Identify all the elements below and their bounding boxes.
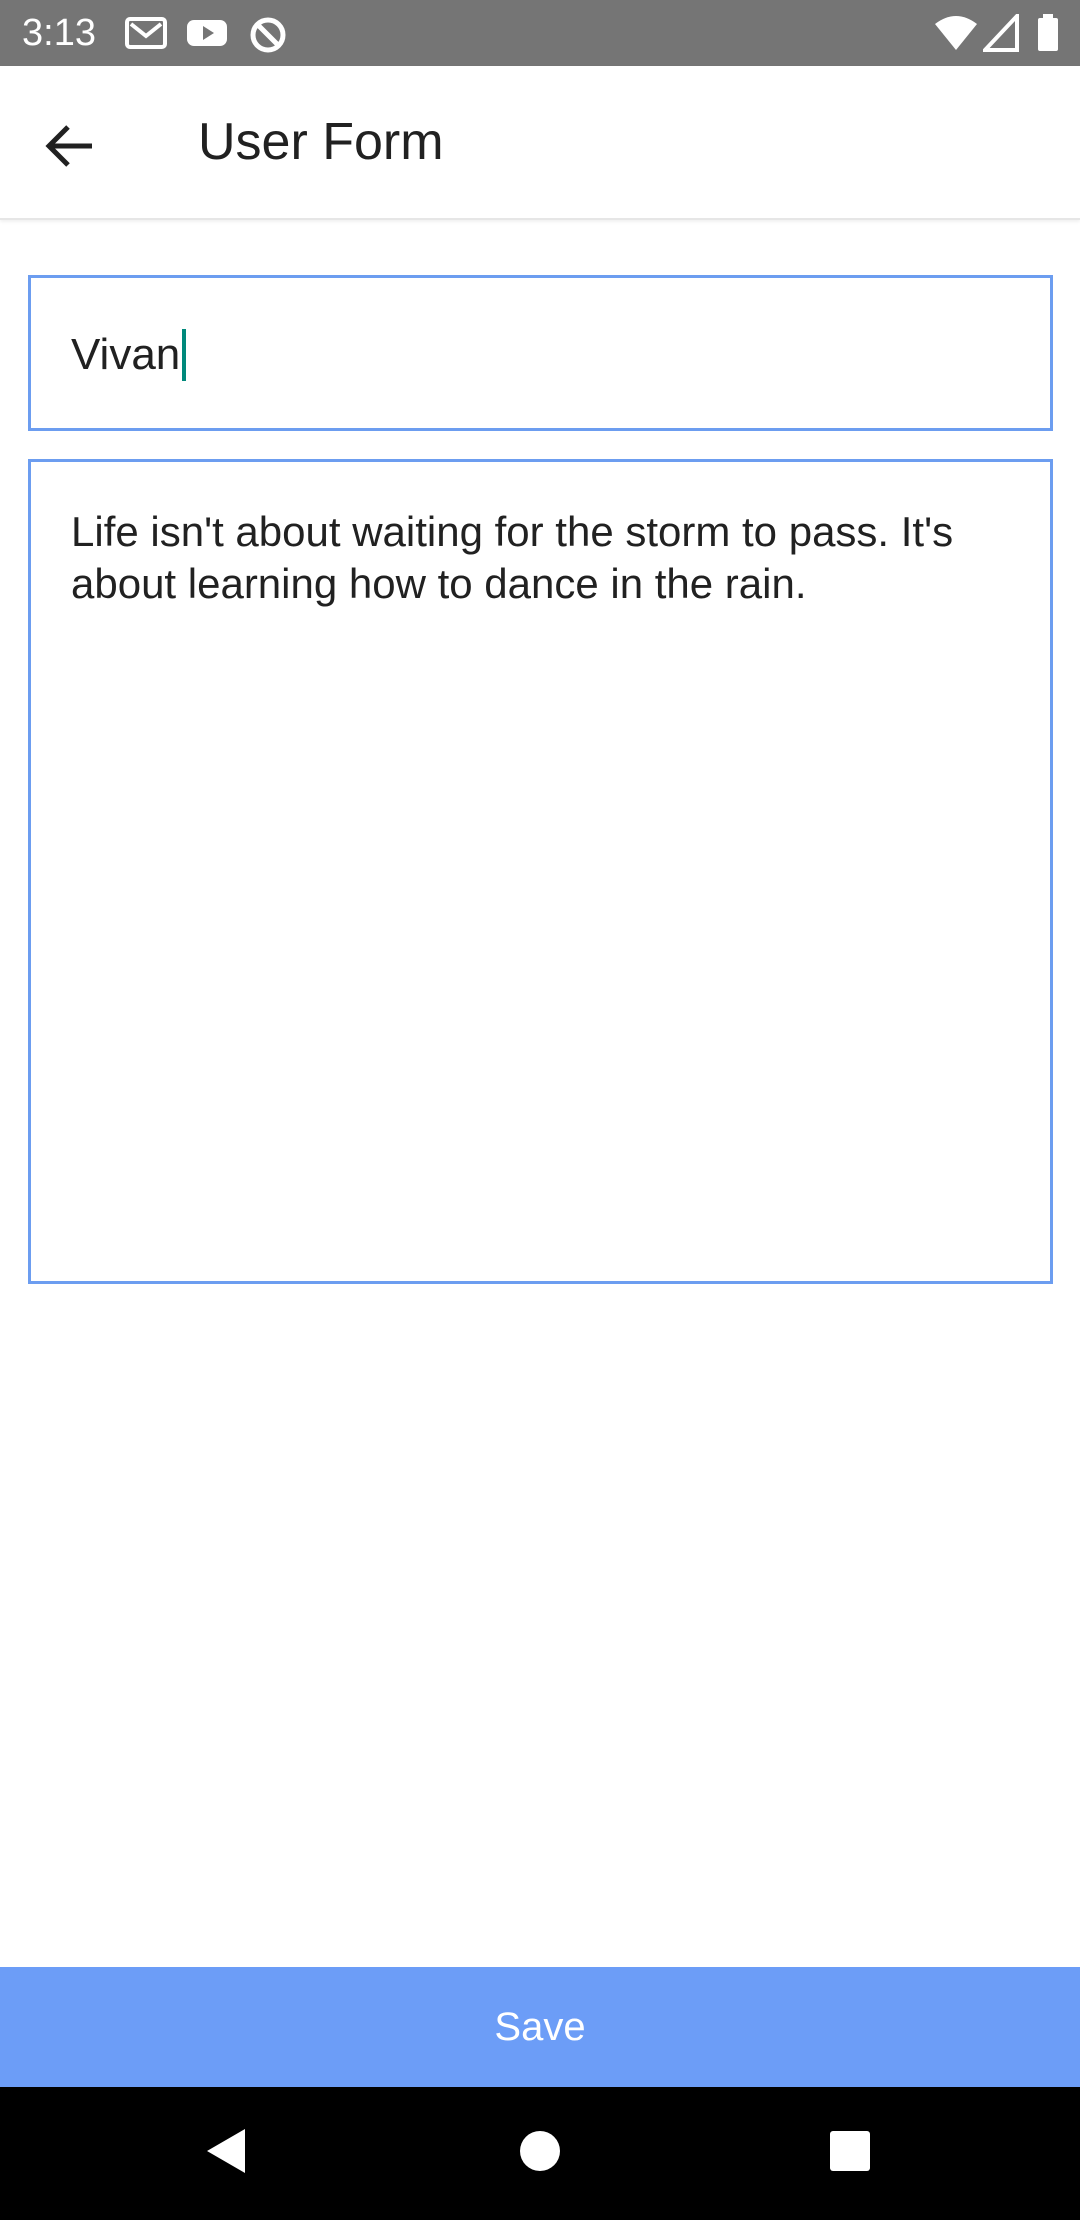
text-caret xyxy=(182,329,187,381)
save-button-label: Save xyxy=(494,2004,586,2049)
back-triangle-icon xyxy=(203,2126,249,2181)
battery-icon xyxy=(1036,14,1060,52)
status-bar: 3:13 xyxy=(0,0,1080,66)
message-textarea-value: Life isn't about waiting for the storm t… xyxy=(71,508,954,607)
system-nav-bar xyxy=(0,2087,1080,2220)
recents-square-icon xyxy=(828,2129,872,2178)
signal-icon xyxy=(980,10,1019,52)
name-input-content: Vivan xyxy=(71,328,187,382)
back-button[interactable] xyxy=(30,108,110,188)
youtube-icon xyxy=(186,16,228,50)
gmail-icon xyxy=(125,16,167,50)
save-button[interactable]: Save xyxy=(0,1967,1080,2087)
home-circle-icon xyxy=(518,2129,562,2178)
page-title: User Form xyxy=(198,113,444,171)
nav-recents-button[interactable] xyxy=(780,2087,920,2220)
app-bar: User Form xyxy=(0,66,1080,220)
name-input[interactable]: Vivan xyxy=(28,275,1053,431)
nav-home-button[interactable] xyxy=(470,2087,610,2220)
nav-back-button[interactable] xyxy=(156,2087,296,2220)
message-textarea[interactable]: Life isn't about waiting for the storm t… xyxy=(28,459,1053,1284)
name-input-value: Vivan xyxy=(71,330,181,379)
status-time: 3:13 xyxy=(22,12,96,54)
wifi-icon xyxy=(934,14,978,52)
data-saver-icon xyxy=(247,16,289,53)
arrow-back-icon xyxy=(44,122,96,175)
